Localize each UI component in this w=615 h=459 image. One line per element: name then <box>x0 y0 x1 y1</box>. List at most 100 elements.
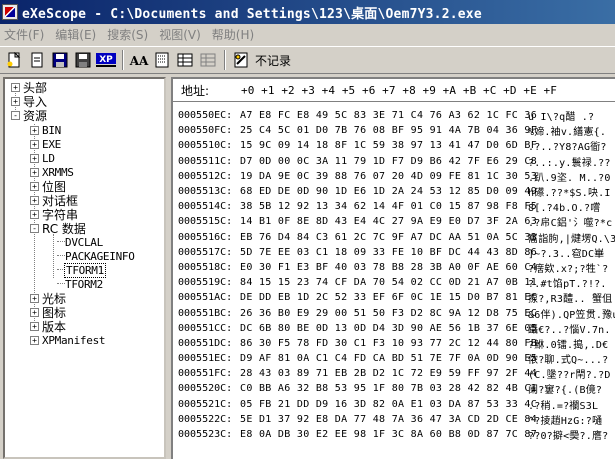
hex-ascii: ]~?.3..窇DC崋 <box>528 248 605 260</box>
exescope-app-icon[interactable] <box>2 4 18 20</box>
save-as-icon <box>75 52 91 68</box>
expand-icon[interactable]: + <box>30 293 39 303</box>
hex-row[interactable]: 0005519C: 84 15 15 23 74 CF DA 70 54 02 C… <box>173 275 615 290</box>
log-button[interactable] <box>230 49 252 71</box>
tree-item-tform1[interactable]: TFORM1 <box>64 262 106 278</box>
hex-ascii: u I\?q醋 .? <box>528 112 595 124</box>
menu-file[interactable]: 文件(F) <box>0 26 51 43</box>
xp-button[interactable]: XP <box>95 49 117 71</box>
dump-button[interactable] <box>174 49 196 71</box>
menu-search[interactable]: 搜索(S) <box>103 26 155 43</box>
disabled-grid-button[interactable] <box>197 49 219 71</box>
hex-bytes: 05 FB 21 DD D9 16 3D 82 0A E1 03 DA 87 5… <box>240 398 538 410</box>
tree-item-label: EXE <box>42 137 61 151</box>
tree-item-dvclal[interactable]: DVCLAL <box>65 235 103 249</box>
tree-item-label: TFORM2 <box>65 277 103 291</box>
expand-icon[interactable]: + <box>30 335 39 345</box>
binary-view-button[interactable] <box>151 49 173 71</box>
hex-row[interactable]: 000551CC: DC 6B 80 BE 0D 13 0D D4 3D 90 A… <box>173 321 615 336</box>
tree-item-exe[interactable]: + EXE <box>30 137 61 151</box>
hex-row[interactable]: 0005523C: E8 0A DB 30 E2 EE 98 1F 3C 8A 6… <box>173 427 615 442</box>
log-label[interactable]: 不记录 <box>255 52 291 69</box>
hex-ascii: %媂.袖v.繕憲{. <box>528 127 607 139</box>
hex-ascii: 阑?窶?{.(B傹? <box>528 385 603 397</box>
hex-row[interactable]: 0005517C: 5D 7E EE 03 C1 18 09 33 FE 10 B… <box>173 245 615 260</box>
tree-item-rcdata[interactable]: - RC 数据 <box>30 221 86 236</box>
tree-connector <box>57 255 65 256</box>
tree-item-resources[interactable]: - 资源 <box>11 108 47 123</box>
hex-ascii: 侬?聊.式Q~...? <box>528 355 609 367</box>
hex-row[interactable]: 0005515C: 14 B1 0F 8E 8D 43 E4 4C 27 9A E… <box>173 214 615 229</box>
hex-bytes: 5D 7E EE 03 C1 18 09 33 FE 10 BF DC 44 4… <box>240 246 538 258</box>
hex-bytes: 84 15 15 23 74 CF DA 70 54 02 CC 0D 21 A… <box>240 277 538 289</box>
font-aa-icon: AA <box>129 54 149 68</box>
toolbar-separator-2 <box>224 50 226 70</box>
hex-row[interactable]: 000551EC: D9 AF 81 0A C1 C4 FD CA BD 51 7… <box>173 351 615 366</box>
hex-row[interactable]: 0005514C: 38 5B 12 92 13 34 62 14 4F 01 C… <box>173 199 615 214</box>
expand-icon[interactable]: + <box>11 96 20 106</box>
title-bar[interactable]: eXeScope - C:\Documents and Settings\123… <box>0 0 615 24</box>
new-file-icon <box>7 52 21 68</box>
hex-row[interactable]: 000551BC: 26 36 B0 E9 29 00 51 50 F3 D2 8… <box>173 305 615 321</box>
hex-bytes: 19 DA 9E 0C 39 88 76 07 20 4D 09 FE 81 1… <box>240 170 538 182</box>
menu-view[interactable]: 视图(V) <box>155 26 208 43</box>
hex-row[interactable]: 0005520C: C0 BB A6 32 B8 53 95 1F 80 7B 0… <box>173 381 615 396</box>
hex-row[interactable]: 000550EC: A7 E8 FC E8 49 5C 83 3E 71 C4 7… <box>173 108 615 123</box>
expand-icon[interactable]: + <box>30 321 39 331</box>
hex-row[interactable]: 000551FC: 28 43 03 89 71 EB 2B D2 1C 72 E… <box>173 366 615 381</box>
hex-address: 000551DC: <box>178 337 233 349</box>
expand-icon[interactable]: + <box>30 195 39 205</box>
expand-icon[interactable]: + <box>30 209 39 219</box>
menu-help[interactable]: 帮助(H) <box>208 26 261 43</box>
collapse-icon[interactable]: - <box>30 223 39 233</box>
expand-icon[interactable]: + <box>30 307 39 317</box>
resource-tree[interactable]: + 头部 + 导入 - 资源 + BIN + EXE + LD + XRMMS … <box>3 77 166 459</box>
expand-icon[interactable]: + <box>30 181 39 191</box>
tree-item-version[interactable]: + 版本 <box>30 319 66 334</box>
expand-icon[interactable]: + <box>30 153 39 163</box>
hex-rows[interactable]: 000550EC: A7 E8 FC E8 49 5C 83 3E 71 C4 7… <box>173 108 615 442</box>
collapse-icon[interactable]: - <box>11 110 20 120</box>
hex-row[interactable]: 000551DC: 86 30 F5 78 FD 30 C1 F3 10 93 7… <box>173 336 615 351</box>
hex-bytes: 28 43 03 89 71 EB 2B D2 1C 72 E9 59 FF 9… <box>240 368 538 380</box>
expand-icon[interactable]: + <box>30 125 39 135</box>
hex-row[interactable]: 0005518C: E0 30 F1 E3 BF 40 03 78 B8 28 3… <box>173 260 615 275</box>
hex-bytes: 68 ED DE 0D 90 1D E6 1D 2A 24 53 12 85 D… <box>240 186 538 198</box>
tree-item-tform2[interactable]: TFORM2 <box>65 277 103 291</box>
menu-edit[interactable]: 编辑(E) <box>51 26 103 43</box>
expand-icon[interactable]: + <box>11 82 20 92</box>
hex-row[interactable]: 0005521C: 05 FB 21 DD D9 16 3D 82 0A E1 0… <box>173 397 615 412</box>
hex-ascii: ^?掕趙HzG:?嗵 <box>528 415 603 427</box>
font-button[interactable]: AA <box>128 49 150 71</box>
tree-item-xpmanifest[interactable]: + XPManifest <box>30 333 106 347</box>
hex-address: 0005520C: <box>178 383 233 395</box>
tree-item-label-selected: TFORM1 <box>64 262 106 278</box>
tree-item-bin[interactable]: + BIN <box>30 123 61 137</box>
hex-row[interactable]: 000550FC: 25 C4 5C 01 D0 7B 76 08 BF 95 9… <box>173 123 615 138</box>
hex-row[interactable]: 0005511C: D7 0D 00 0C 3A 11 79 1D F7 D9 B… <box>173 154 615 169</box>
new-file-button[interactable] <box>3 49 25 71</box>
save-button[interactable] <box>49 49 71 71</box>
hex-ascii: ?..:.y.鬟禄.?? <box>528 157 611 169</box>
hex-row[interactable]: 000551AC: DE DD EB 1D 2C 52 33 EF 6F 0C 1… <box>173 290 615 305</box>
hex-view[interactable]: 地址: +0 +1 +2 +3 +4 +5 +6 +7 +8 +9 +A +B … <box>171 77 615 459</box>
hex-bytes: E0 30 F1 E3 BF 40 03 78 B8 28 3B A0 0F A… <box>240 261 538 273</box>
hex-row[interactable]: 0005522C: 5E D1 37 92 E8 DA 77 48 7A 36 4… <box>173 412 615 427</box>
hex-ascii: .?稍.=?襴S3L <box>528 400 599 412</box>
hex-row[interactable]: 0005512C: 19 DA 9E 0C 39 88 76 07 20 4D 0… <box>173 169 615 184</box>
hex-bytes: 26 36 B0 E9 29 00 51 50 F3 D2 8C 9A 12 D… <box>240 307 538 319</box>
log-icon <box>234 52 248 68</box>
hex-address: 0005518C: <box>178 261 233 273</box>
tree-connector <box>57 241 65 242</box>
expand-icon[interactable]: + <box>30 139 39 149</box>
open-file-button[interactable] <box>26 49 48 71</box>
tree-item-packageinfo[interactable]: PACKAGEINFO <box>65 249 135 263</box>
expand-icon[interactable]: + <box>30 167 39 177</box>
hex-row[interactable]: 0005516C: EB 76 D4 84 C3 61 2C 7C 9F A7 D… <box>173 230 615 245</box>
tree-item-ld[interactable]: + LD <box>30 151 55 165</box>
hex-row[interactable]: 0005510C: 15 9C 09 14 18 8F 1C 59 38 97 1… <box>173 138 615 153</box>
hex-address: 0005523C: <box>178 429 233 441</box>
window-title: eXeScope - C:\Documents and Settings\123… <box>22 6 482 22</box>
hex-row[interactable]: 0005513C: 68 ED DE 0D 90 1D E6 1D 2A 24 5… <box>173 184 615 199</box>
save-as-button[interactable] <box>72 49 94 71</box>
